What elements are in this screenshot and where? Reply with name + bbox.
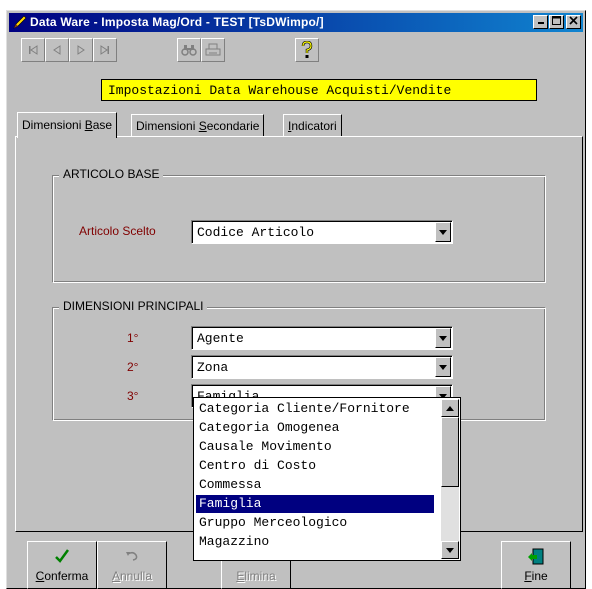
minimize-button[interactable] [533,15,548,29]
articolo-scelto-combo[interactable]: Codice Articolo [191,220,453,244]
chevron-down-icon [439,364,447,370]
dropdown-scrollbar[interactable] [441,399,459,559]
next-record-button[interactable] [69,38,93,62]
help-button[interactable] [295,38,319,62]
dimensioni-principali-title: DIMENSIONI PRINCIPALI [59,299,208,313]
last-record-button[interactable] [93,38,117,62]
chevron-down-icon [446,547,454,553]
conferma-label: Conferma [35,569,89,583]
dimension-2-combo[interactable]: Zona [191,355,453,379]
close-button[interactable] [566,15,581,29]
next-icon [77,45,85,55]
chevron-up-icon [446,405,454,411]
question-mark-icon [301,41,313,58]
annulla-label: Annulla [111,569,153,583]
chevron-down-icon [439,335,447,341]
dropdown-arrow-button[interactable] [435,328,451,348]
tab-dimensioni-base[interactable]: Dimensioni Base [17,112,118,138]
articolo-base-title: ARTICOLO BASE [59,167,164,181]
print-button[interactable] [201,38,225,62]
pencil-icon [12,14,28,30]
elimina-label: Elimina [236,569,276,583]
tab-indicatori[interactable]: Indicatori [283,114,342,136]
annulla-button[interactable]: Annulla [97,541,167,589]
last-icon [100,45,109,55]
list-item-selected[interactable]: Famiglia [196,495,434,513]
close-icon [569,16,578,25]
fine-label: Fine [524,569,548,583]
tab-label: Indicatori [288,119,337,133]
tab-dimensioni-secondarie[interactable]: Dimensioni Secondarie [131,114,265,136]
minimize-icon [537,22,544,24]
maximize-button[interactable] [549,15,564,29]
binoculars-icon [181,45,197,56]
scroll-down-button[interactable] [441,541,459,559]
scroll-thumb[interactable] [441,417,459,487]
conferma-button[interactable]: Conferma [27,541,97,589]
list-item[interactable]: Categoria Cliente/Fornitore [196,400,434,418]
list-item[interactable]: Commessa [196,476,434,494]
tab-label: Dimensioni Secondarie [136,119,260,133]
dimension-2-label: 2° [127,360,139,374]
exit-door-icon [502,548,570,566]
dimension-1-value: Agente [197,331,244,346]
list-item[interactable]: Magazzino [196,533,434,551]
list-item[interactable]: Categoria Omogenea [196,419,434,437]
articolo-scelto-value: Codice Articolo [197,225,315,240]
fine-button[interactable]: Fine [501,541,571,589]
window-title: Data Ware - Imposta Mag/Ord - TEST [TsDW… [30,15,324,29]
chevron-down-icon [439,229,447,235]
previous-record-button[interactable] [45,38,69,62]
main-window: Data Ware - Imposta Mag/Ord - TEST [TsDW… [6,10,586,589]
heading-band: Impostazioni Data Warehouse Acquisti/Ven… [101,79,537,101]
maximize-icon [552,16,561,25]
dimension-1-combo[interactable]: Agente [191,326,453,350]
scroll-up-button[interactable] [441,399,459,417]
find-button[interactable] [177,38,201,62]
list-item[interactable]: Causale Movimento [196,438,434,456]
checkmark-icon [28,548,96,564]
dimension-1-label: 1° [127,331,139,345]
list-item[interactable]: Gruppo Merceologico [196,514,434,532]
printer-icon [205,43,221,56]
undo-icon [98,548,166,564]
tab-label: Dimensioni Base [22,118,113,132]
dropdown-arrow-button[interactable] [435,357,451,377]
dimension-3-label: 3° [127,389,139,403]
dropdown-arrow-button[interactable] [435,222,451,242]
dimension-2-value: Zona [197,360,229,375]
title-bar[interactable]: Data Ware - Imposta Mag/Ord - TEST [TsDW… [9,13,583,32]
previous-icon [53,45,61,55]
dimension-3-dropdown-list[interactable]: Categoria Cliente/Fornitore Categoria Om… [193,397,461,561]
first-record-button[interactable] [21,38,45,62]
articolo-scelto-label: Articolo Scelto [79,224,156,238]
articolo-base-group: ARTICOLO BASE Articolo Scelto Codice Art… [52,167,546,283]
list-item[interactable]: Centro di Costo [196,457,434,475]
first-icon [29,45,38,55]
